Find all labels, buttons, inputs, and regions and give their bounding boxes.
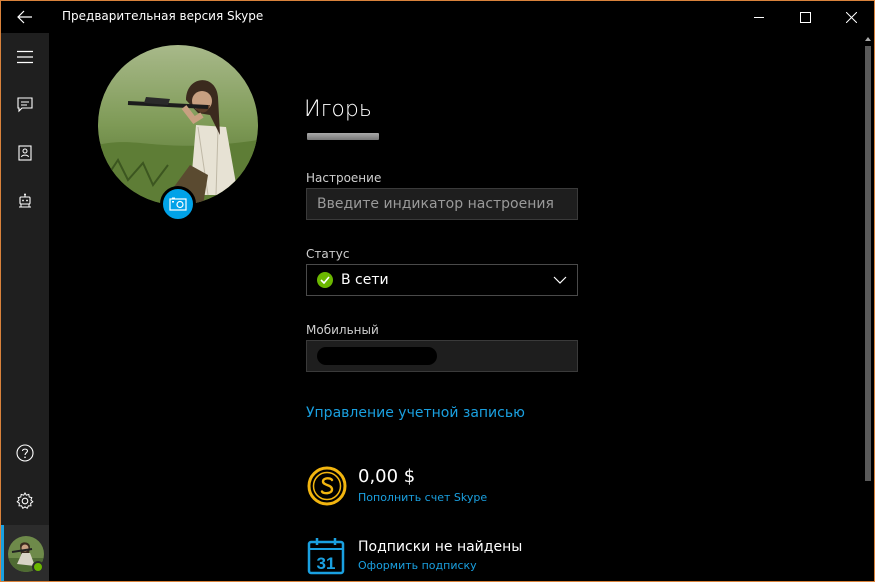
- status-label: Статус: [306, 247, 350, 261]
- online-check-icon: [317, 272, 333, 288]
- minimize-button[interactable]: [736, 1, 782, 33]
- calendar-icon: 31: [307, 538, 345, 575]
- credit-balance: 0,00 $: [358, 466, 416, 487]
- calendar-day-number: 31: [317, 554, 336, 573]
- mobile-field[interactable]: [306, 340, 578, 372]
- window-title: Предварительная версия Skype: [62, 9, 264, 23]
- skype-window: Предварительная версия Skype Игорь Настр…: [0, 0, 875, 582]
- minimize-icon: [753, 16, 764, 18]
- left-navigation-rail: [1, 33, 49, 581]
- redacted-phone-number: [317, 347, 437, 365]
- scrollbar-thumb[interactable]: [865, 46, 871, 481]
- help-icon: [16, 444, 34, 462]
- settings-gear-icon: [16, 492, 34, 510]
- chats-button[interactable]: [1, 81, 49, 129]
- settings-button[interactable]: [1, 477, 49, 525]
- mood-label: Настроение: [306, 171, 382, 185]
- scroll-up-arrow-icon[interactable]: [863, 34, 873, 44]
- bots-button[interactable]: [1, 177, 49, 225]
- arrow-left-icon: [17, 10, 32, 24]
- chat-icon: [17, 97, 33, 113]
- change-photo-button[interactable]: [160, 186, 196, 222]
- contacts-button[interactable]: [1, 129, 49, 177]
- close-icon: [845, 11, 857, 23]
- get-subscription-link[interactable]: Оформить подписку: [358, 559, 477, 572]
- subscriptions-status: Подписки не найдены: [358, 539, 523, 555]
- chevron-down-icon: [553, 276, 567, 284]
- contacts-icon: [18, 145, 32, 161]
- title-bar: Предварительная версия Skype: [1, 1, 874, 33]
- close-button[interactable]: [828, 1, 874, 33]
- status-value: В сети: [341, 272, 389, 288]
- back-button[interactable]: [9, 5, 41, 29]
- name-underline: [307, 133, 379, 140]
- hamburger-menu-icon: [17, 50, 33, 64]
- mood-field[interactable]: [306, 188, 578, 220]
- skype-credit-coin-icon: [307, 466, 347, 506]
- camera-icon: [169, 197, 187, 211]
- mood-input[interactable]: [317, 196, 567, 212]
- menu-button[interactable]: [1, 33, 49, 81]
- bot-icon: [19, 193, 31, 208]
- status-dropdown[interactable]: В сети: [306, 264, 578, 296]
- help-button[interactable]: [1, 429, 49, 477]
- maximize-button[interactable]: [782, 1, 828, 33]
- mobile-label: Мобильный: [306, 323, 379, 337]
- presence-online-indicator: [32, 561, 44, 573]
- manage-account-link[interactable]: Управление учетной записью: [306, 405, 525, 421]
- maximize-icon: [799, 11, 811, 23]
- top-up-credit-link[interactable]: Пополнить счет Skype: [358, 491, 487, 504]
- profile-picture: [98, 45, 258, 205]
- selection-indicator: [1, 525, 4, 581]
- profile-name: Игорь: [304, 97, 372, 122]
